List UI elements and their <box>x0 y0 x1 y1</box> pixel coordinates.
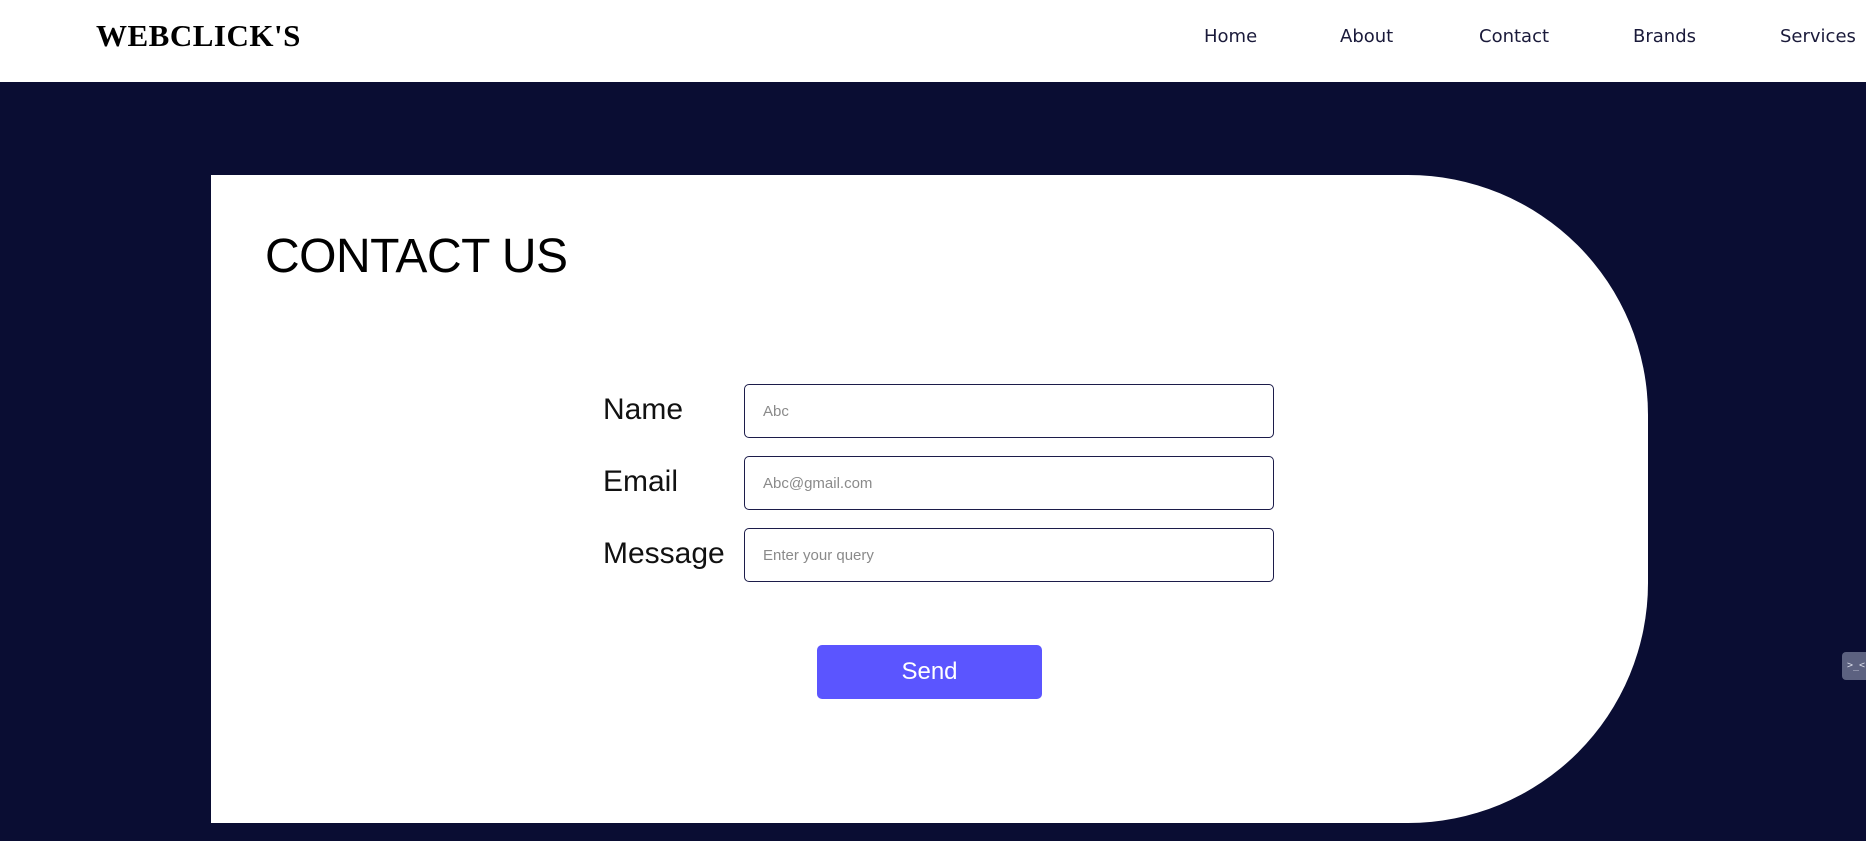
email-field[interactable] <box>744 456 1274 510</box>
page-title: CONTACT US <box>265 230 568 283</box>
nav-link-brands[interactable]: Brands <box>1633 24 1696 50</box>
code-icon[interactable]: >_< <box>1842 652 1866 680</box>
message-field[interactable] <box>744 528 1274 582</box>
email-label: Email <box>603 465 679 498</box>
nav-link-home[interactable]: Home <box>1204 24 1257 50</box>
nav-link-services[interactable]: Services <box>1780 24 1856 50</box>
contact-card: CONTACT US Name Email Message Send <box>211 175 1648 823</box>
message-label: Message <box>603 537 725 570</box>
nav-link-contact[interactable]: Contact <box>1479 24 1549 50</box>
main-nav: Home About Contact Brands Services <box>0 24 1866 52</box>
name-label: Name <box>603 393 684 426</box>
send-button[interactable]: Send <box>817 645 1042 699</box>
nav-link-about[interactable]: About <box>1340 24 1393 50</box>
top-navbar: WEBCLICK'S Home About Contact Brands Ser… <box>0 0 1866 82</box>
name-field[interactable] <box>744 384 1274 438</box>
